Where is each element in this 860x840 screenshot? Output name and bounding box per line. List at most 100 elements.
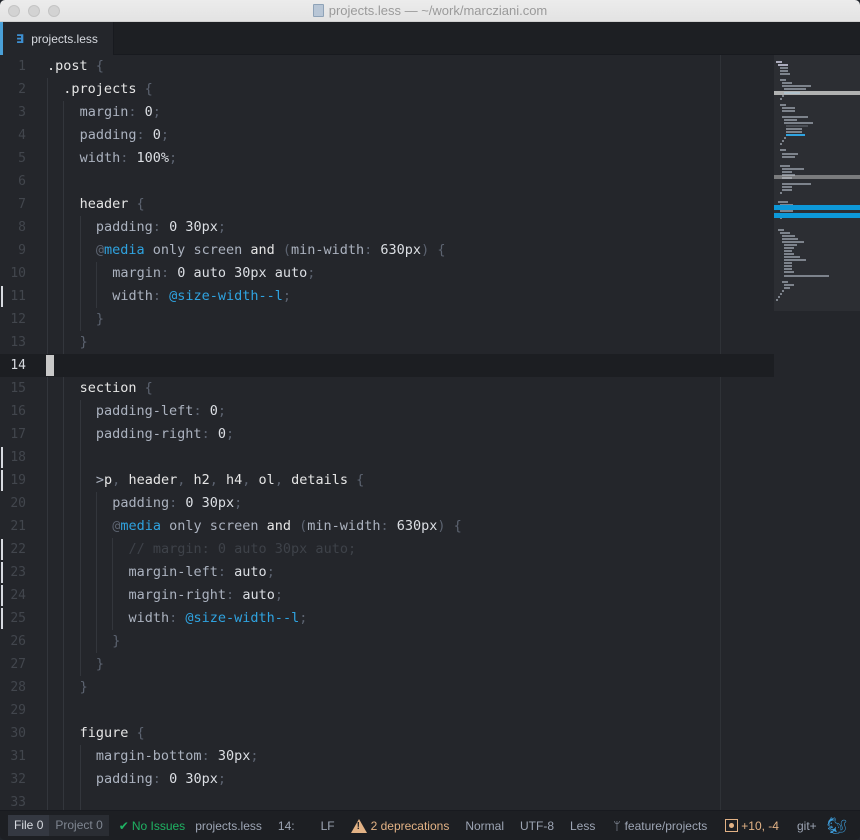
code-token: details	[291, 472, 348, 488]
line-number[interactable]: 18	[0, 446, 26, 469]
code-editor[interactable]: 1 .post {2 .projects {3 margin: 0; 4 padding:…	[0, 55, 860, 814]
cursor-position[interactable]: 14:	[278, 819, 295, 833]
code-line[interactable]: 30 figure {	[0, 722, 774, 745]
indent-guide	[63, 331, 65, 354]
line-number[interactable]: 21	[0, 515, 26, 538]
code-line[interactable]: 13}	[0, 331, 774, 354]
code-line[interactable]: 6	[0, 170, 774, 193]
code-line[interactable]: 24 margin-right: auto;	[0, 584, 774, 607]
code-lines[interactable]: 1 .post {2 .projects {3 margin: 0; 4 padding:…	[0, 55, 774, 814]
code-text: width: 100%;	[80, 147, 178, 170]
code-line[interactable]: 1 .post {	[0, 55, 774, 78]
line-number[interactable]: 6	[0, 170, 26, 193]
line-number[interactable]: 5	[0, 147, 26, 170]
code-line[interactable]: 17 padding-right: 0;	[0, 423, 774, 446]
minimap-line	[786, 125, 809, 128]
line-number[interactable]: 16	[0, 400, 26, 423]
git-modified-marker	[1, 585, 3, 606]
code-line[interactable]: 2 .projects {	[0, 78, 774, 101]
line-number[interactable]: 8	[0, 216, 26, 239]
code-line[interactable]: 10 margin: 0 auto 30px auto;	[0, 262, 774, 285]
line-number[interactable]: 13	[0, 331, 26, 354]
linter-tab-project[interactable]: Project 0	[49, 815, 109, 836]
line-number[interactable]: 1	[0, 55, 26, 78]
code-line[interactable]: 18	[0, 446, 774, 469]
code-line[interactable]: 25 width: @size-width--l;	[0, 607, 774, 630]
line-number[interactable]: 7	[0, 193, 26, 216]
linter-status[interactable]: ✔ No Issues	[119, 819, 185, 833]
minimap-highlight	[774, 91, 860, 95]
line-number[interactable]: 2	[0, 78, 26, 101]
code-line[interactable]: 27}	[0, 653, 774, 676]
line-number[interactable]: 24	[0, 584, 26, 607]
line-number[interactable]: 19	[0, 469, 26, 492]
code-line[interactable]: 15 section {	[0, 377, 774, 400]
encoding[interactable]: UTF-8	[520, 819, 554, 833]
line-number[interactable]: 11	[0, 285, 26, 308]
line-number[interactable]: 20	[0, 492, 26, 515]
line-number[interactable]: 28	[0, 676, 26, 699]
deprecations[interactable]: 2 deprecations	[350, 818, 449, 833]
indent-guide	[47, 170, 48, 193]
code-line[interactable]: 11 width: @size-width--l;	[0, 285, 774, 308]
line-number[interactable]: 17	[0, 423, 26, 446]
code-line[interactable]: 22 // margin: 0 auto 30px auto;	[0, 538, 774, 561]
code-token: :	[201, 748, 218, 764]
line-number[interactable]: 9	[0, 239, 26, 262]
line-number[interactable]: 26	[0, 630, 26, 653]
code-token: 0 30px	[169, 771, 218, 787]
line-number[interactable]: 25	[0, 607, 26, 630]
code-line[interactable]: 14	[0, 354, 774, 377]
code-line[interactable]: 21 @media only screen and (min-width: 630…	[0, 515, 774, 538]
line-ending[interactable]: LF	[321, 819, 335, 833]
line-number[interactable]: 3	[0, 101, 26, 124]
vim-mode[interactable]: Normal	[465, 819, 504, 833]
grammar[interactable]: Less	[570, 819, 595, 833]
minimap-line	[776, 298, 778, 301]
code-line[interactable]: 7 header {	[0, 193, 774, 216]
line-number[interactable]: 31	[0, 745, 26, 768]
indent-guide	[95, 561, 97, 584]
code-line[interactable]: 16 padding-left: 0;	[0, 400, 774, 423]
code-line[interactable]: 26}	[0, 630, 774, 653]
linter-tab-file[interactable]: File 0	[8, 815, 50, 836]
line-number[interactable]: 30	[0, 722, 26, 745]
code-line[interactable]: 19 >p, header, h2, h4, ol, details {	[0, 469, 774, 492]
code-line[interactable]: 29	[0, 699, 774, 722]
code-line[interactable]: 32 padding: 0 30px;	[0, 768, 774, 791]
code-line[interactable]: 31 margin-bottom: 30px;	[0, 745, 774, 768]
git-diff[interactable]: +10, -4	[725, 819, 779, 833]
code-line[interactable]: 23 margin-left: auto;	[0, 561, 774, 584]
git-branch[interactable]: ᛘ feature/projects	[613, 819, 707, 833]
code-line[interactable]: 20 padding: 0 30px;	[0, 492, 774, 515]
minimap-line	[784, 265, 792, 268]
code-line[interactable]: 12}	[0, 308, 774, 331]
code-line[interactable]: 9 @media only screen and (min-width: 630p…	[0, 239, 774, 262]
line-number[interactable]: 29	[0, 699, 26, 722]
tab-projects-less[interactable]: ∃ projects.less	[0, 22, 114, 56]
code-line[interactable]: 5 width: 100%;	[0, 147, 774, 170]
file-name[interactable]: projects.less	[195, 819, 262, 833]
line-number[interactable]: 10	[0, 262, 26, 285]
squirrel-update-icon[interactable]: 🐿	[827, 816, 847, 835]
line-number[interactable]: 4	[0, 124, 26, 147]
git-plus[interactable]: git+	[797, 819, 817, 833]
code-line[interactable]: 28}	[0, 676, 774, 699]
line-number[interactable]: 14	[0, 354, 26, 377]
code-token: margin	[79, 104, 129, 120]
minimap-line	[780, 97, 782, 100]
code-token: ;	[169, 150, 178, 166]
line-number[interactable]: 23	[0, 561, 26, 584]
code-text: }	[96, 308, 104, 331]
code-token: ;	[225, 426, 235, 442]
code-line[interactable]: 4 padding: 0;	[0, 124, 774, 147]
line-number[interactable]: 22	[0, 538, 26, 561]
line-number[interactable]: 27	[0, 653, 26, 676]
indent-guide	[63, 377, 65, 400]
code-line[interactable]: 8 padding: 0 30px;	[0, 216, 774, 239]
minimap[interactable]	[774, 55, 860, 810]
line-number[interactable]: 15	[0, 377, 26, 400]
line-number[interactable]: 32	[0, 768, 26, 791]
line-number[interactable]: 12	[0, 308, 26, 331]
code-line[interactable]: 3 margin: 0;	[0, 101, 774, 124]
